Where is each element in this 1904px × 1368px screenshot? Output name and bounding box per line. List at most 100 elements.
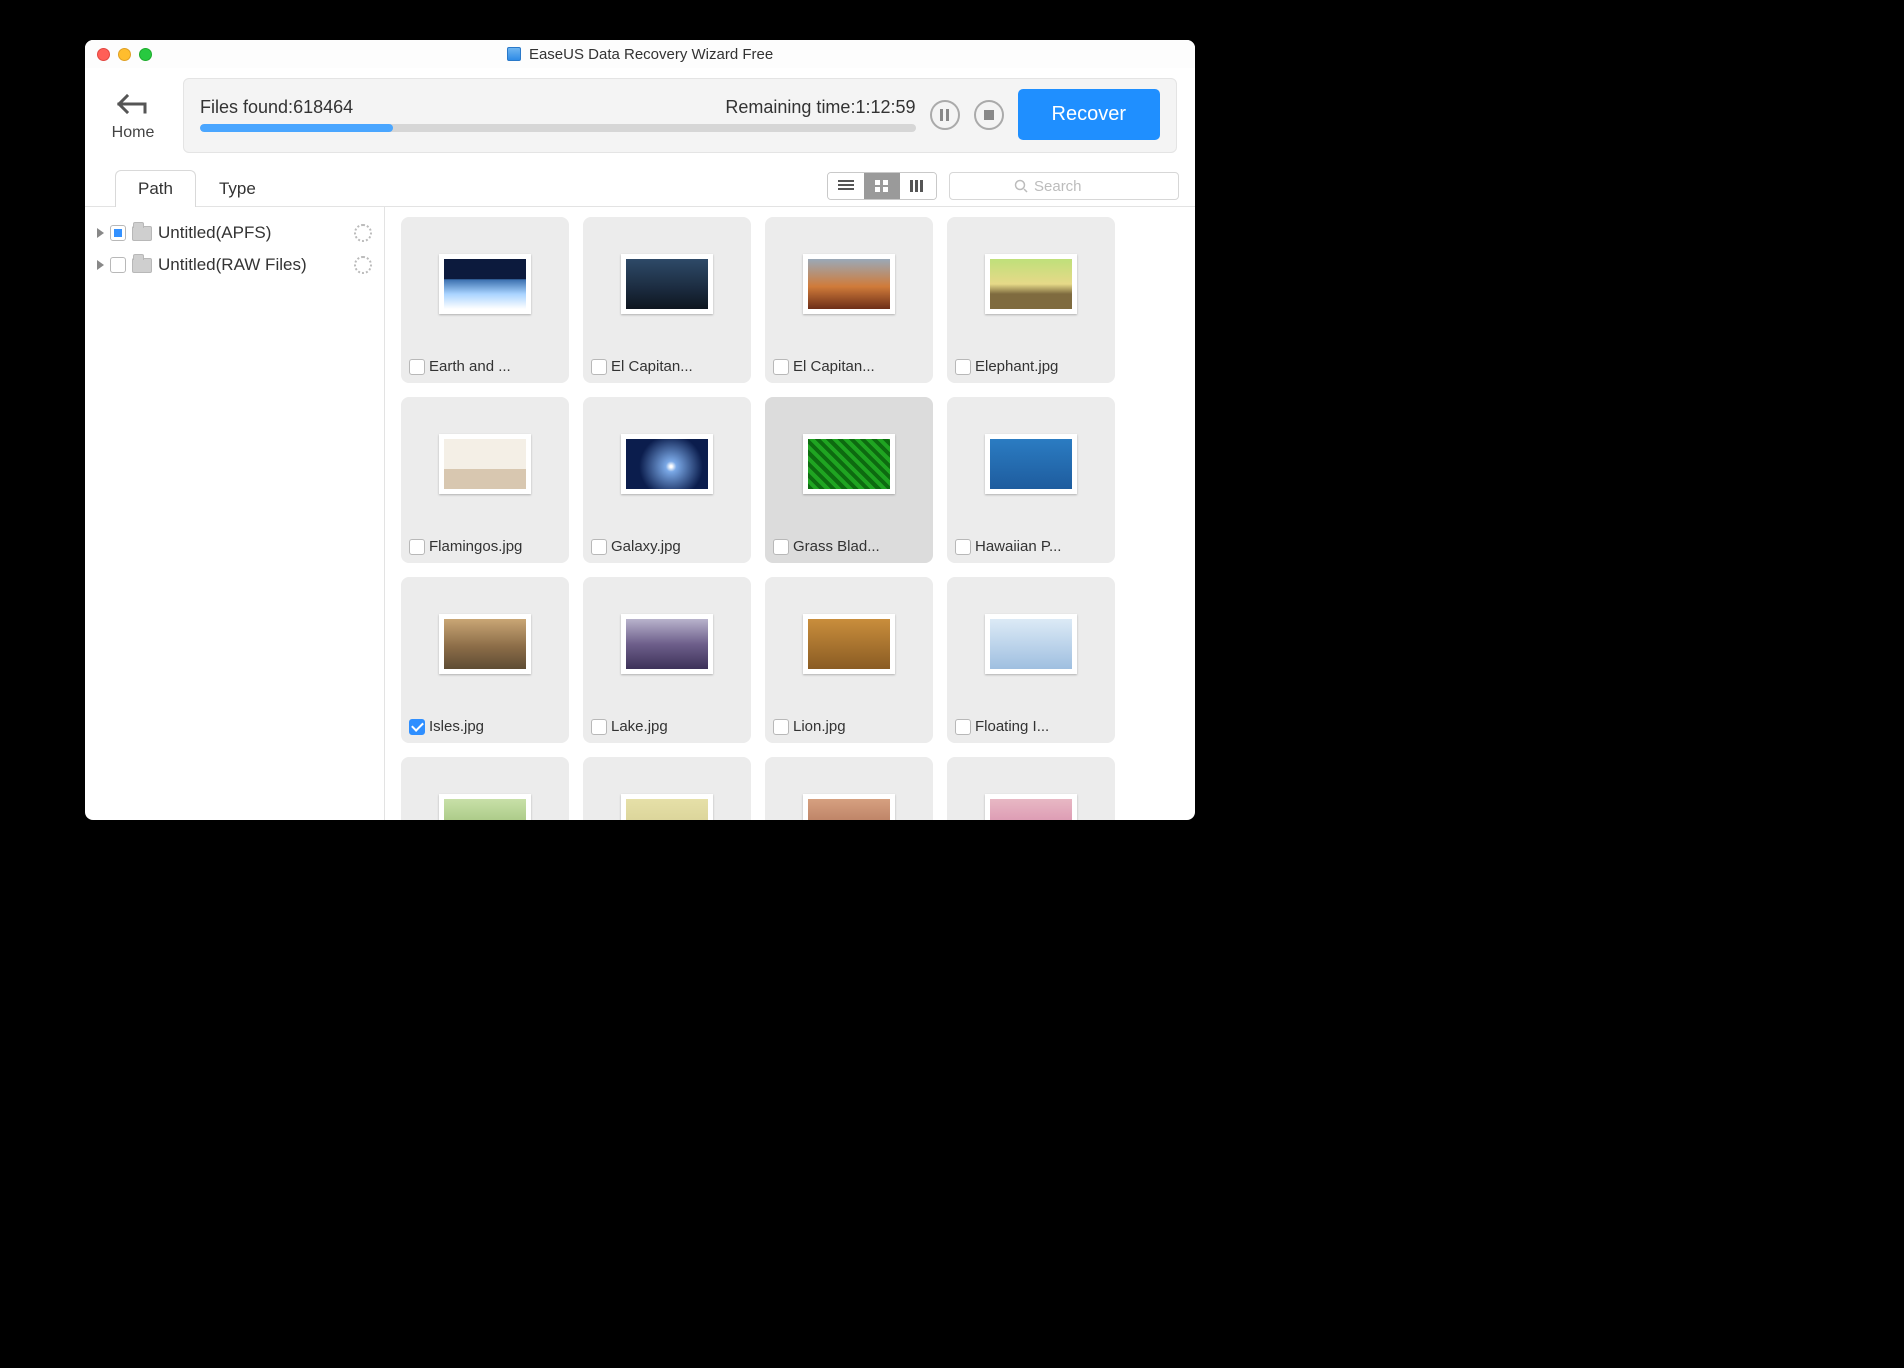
- pause-icon: [940, 109, 949, 121]
- body: Untitled(APFS) Untitled(RAW Files) Earth …: [85, 207, 1195, 820]
- file-name: Earth and ...: [429, 358, 511, 375]
- window-title: EaseUS Data Recovery Wizard Free: [85, 46, 1195, 63]
- thumbnail-wrap: [401, 577, 569, 710]
- file-card[interactable]: El Capitan...: [765, 217, 933, 383]
- thumbnail-wrap: [401, 397, 569, 530]
- thumbnail: [803, 794, 895, 820]
- file-card[interactable]: [765, 757, 933, 820]
- tree-label: Untitled(APFS): [158, 223, 271, 243]
- file-checkbox[interactable]: [591, 359, 607, 375]
- loading-icon: [354, 224, 372, 242]
- tree-item[interactable]: Untitled(RAW Files): [93, 249, 376, 281]
- file-checkbox[interactable]: [591, 719, 607, 735]
- file-checkbox[interactable]: [955, 359, 971, 375]
- tab-path[interactable]: Path: [115, 170, 196, 207]
- thumbnail-wrap: [765, 397, 933, 530]
- tree-label: Untitled(RAW Files): [158, 255, 307, 275]
- file-card[interactable]: Lake.jpg: [583, 577, 751, 743]
- window-minimize-button[interactable]: [118, 48, 131, 61]
- window-close-button[interactable]: [97, 48, 110, 61]
- file-checkbox[interactable]: [409, 539, 425, 555]
- thumbnail: [985, 614, 1077, 674]
- pause-button[interactable]: [930, 100, 960, 130]
- disclosure-icon[interactable]: [97, 260, 104, 270]
- view-columns-button[interactable]: [900, 173, 936, 199]
- file-card[interactable]: Elephant.jpg: [947, 217, 1115, 383]
- progress-texts: Files found:618464 Remaining time:1:12:5…: [200, 97, 916, 118]
- tree-checkbox[interactable]: [110, 225, 126, 241]
- tree-item[interactable]: Untitled(APFS): [93, 217, 376, 249]
- thumbnail-wrap: [401, 217, 569, 350]
- file-footer: El Capitan...: [765, 350, 933, 383]
- thumbnail: [621, 434, 713, 494]
- stop-icon: [984, 110, 994, 120]
- file-card[interactable]: Isles.jpg: [401, 577, 569, 743]
- file-card[interactable]: Floating I...: [947, 577, 1115, 743]
- file-footer: Grass Blad...: [765, 530, 933, 563]
- folder-icon: [132, 258, 152, 273]
- progress-bar: [200, 124, 916, 132]
- thumbnail-wrap: [947, 397, 1115, 530]
- file-footer: El Capitan...: [583, 350, 751, 383]
- recover-button[interactable]: Recover: [1018, 89, 1160, 140]
- file-card[interactable]: El Capitan...: [583, 217, 751, 383]
- file-card[interactable]: [401, 757, 569, 820]
- file-checkbox[interactable]: [773, 359, 789, 375]
- search-input[interactable]: [1034, 178, 1114, 195]
- file-checkbox[interactable]: [773, 539, 789, 555]
- file-checkbox[interactable]: [773, 719, 789, 735]
- file-card[interactable]: Galaxy.jpg: [583, 397, 751, 563]
- thumbnail: [621, 614, 713, 674]
- thumbnail: [985, 434, 1077, 494]
- grid-icon: [875, 180, 889, 192]
- file-checkbox[interactable]: [409, 719, 425, 735]
- file-checkbox[interactable]: [591, 539, 607, 555]
- disclosure-icon[interactable]: [97, 228, 104, 238]
- file-checkbox[interactable]: [409, 359, 425, 375]
- file-name: Floating I...: [975, 718, 1049, 735]
- grid-area[interactable]: Earth and ... El Capitan... El Capitan... E…: [385, 207, 1195, 820]
- thumbnail-wrap: [947, 577, 1115, 710]
- thumbnail: [985, 794, 1077, 820]
- progress-info: Files found:618464 Remaining time:1:12:5…: [200, 97, 916, 132]
- view-list-button[interactable]: [828, 173, 864, 199]
- search-box[interactable]: [949, 172, 1179, 200]
- traffic-lights: [85, 48, 152, 61]
- file-name: Lion.jpg: [793, 718, 846, 735]
- view-grid-button[interactable]: [864, 173, 900, 199]
- file-card[interactable]: Grass Blad...: [765, 397, 933, 563]
- thumbnail-wrap: [947, 217, 1115, 350]
- stop-button[interactable]: [974, 100, 1004, 130]
- search-icon: [1014, 179, 1028, 193]
- home-button[interactable]: Home: [103, 90, 163, 142]
- file-card[interactable]: Earth and ...: [401, 217, 569, 383]
- file-checkbox[interactable]: [955, 539, 971, 555]
- tab-type[interactable]: Type: [196, 170, 279, 207]
- file-name: El Capitan...: [793, 358, 875, 375]
- columns-icon: [910, 180, 926, 192]
- file-footer: Lake.jpg: [583, 710, 751, 743]
- file-card[interactable]: [583, 757, 751, 820]
- file-grid: Earth and ... El Capitan... El Capitan... E…: [401, 217, 1179, 820]
- thumbnail-wrap: [947, 757, 1115, 820]
- file-card[interactable]: Lion.jpg: [765, 577, 933, 743]
- thumbnail: [439, 254, 531, 314]
- file-card[interactable]: [947, 757, 1115, 820]
- window-maximize-button[interactable]: [139, 48, 152, 61]
- file-footer: Floating I...: [947, 710, 1115, 743]
- file-footer: Isles.jpg: [401, 710, 569, 743]
- thumbnail-wrap: [583, 757, 751, 820]
- tree-checkbox[interactable]: [110, 257, 126, 273]
- app-icon: [507, 47, 521, 61]
- folder-icon: [132, 226, 152, 241]
- file-card[interactable]: Flamingos.jpg: [401, 397, 569, 563]
- file-name: Grass Blad...: [793, 538, 880, 555]
- thumbnail-wrap: [583, 397, 751, 530]
- file-name: Elephant.jpg: [975, 358, 1058, 375]
- file-name: Isles.jpg: [429, 718, 484, 735]
- file-card[interactable]: Hawaiian P...: [947, 397, 1115, 563]
- thumbnail: [803, 434, 895, 494]
- tabs: Path Type: [115, 170, 279, 206]
- file-checkbox[interactable]: [955, 719, 971, 735]
- list-icon: [838, 180, 854, 192]
